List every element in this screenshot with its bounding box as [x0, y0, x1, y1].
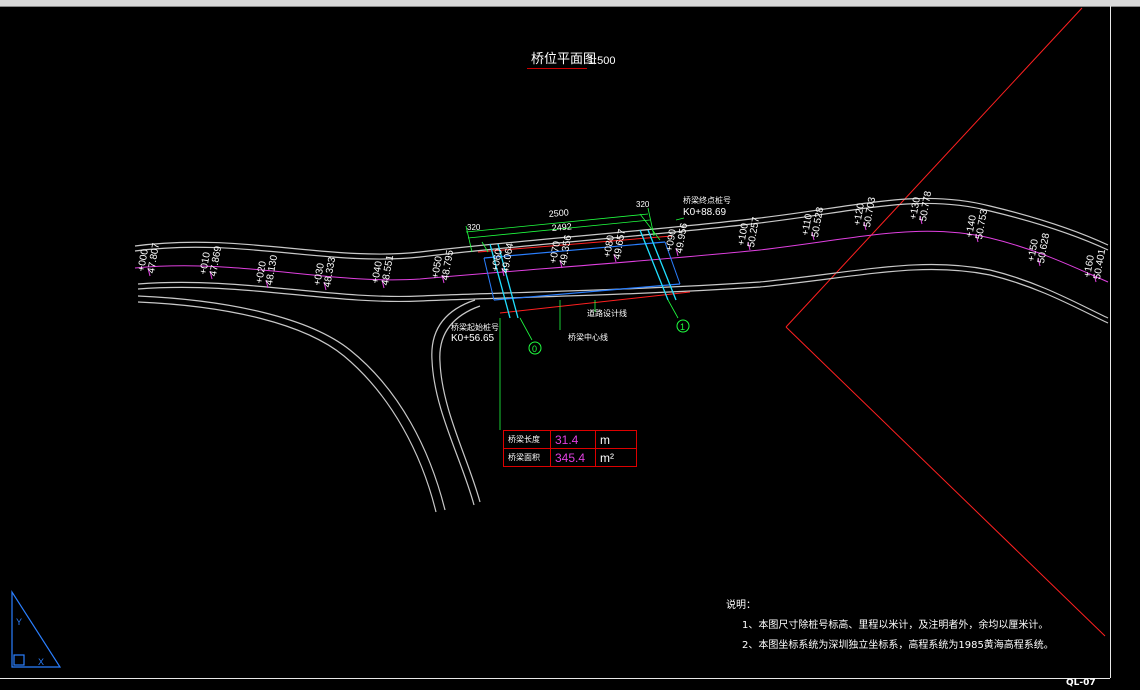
red-frame-lines	[785, 7, 1106, 637]
bridge-centerline-label: 桥梁中心线	[568, 333, 608, 342]
title-underline	[527, 68, 587, 69]
start-chainage-label: 桥梁起始桩号	[451, 323, 499, 332]
station-elevation: 47.869	[208, 245, 224, 277]
svg-text:Y: Y	[16, 617, 22, 627]
dim-320-left: 320	[467, 223, 481, 232]
bridge-area-unit: m²	[595, 448, 637, 467]
bridge-length-value: 31.4	[550, 430, 596, 449]
station-elevation: 47.807	[146, 242, 162, 274]
dim-2500: 2500	[548, 207, 569, 219]
bridge-length-unit: m	[595, 430, 637, 449]
station-label: +16050.401	[1082, 246, 1108, 280]
start-chainage-value: K0+56.65	[451, 333, 495, 344]
station-labels: +00047.807 +01047.869 +02048.130 +03048.333…	[136, 188, 1108, 288]
bridge-area-label: 桥梁面积	[503, 448, 551, 467]
drawing-scale: 1:500	[588, 55, 616, 67]
station-label: +08049.657	[602, 226, 628, 260]
station-label: +15050.628	[1026, 230, 1052, 264]
bridge-length-label: 桥梁长度	[503, 430, 551, 449]
table-row: 桥梁面积 345.4 m²	[503, 448, 637, 467]
sheet-frame-bottom	[0, 678, 1110, 679]
dim-2492: 2492	[551, 221, 572, 233]
station-label: +14050.753	[964, 206, 990, 240]
station-elevation: 50.753	[974, 208, 990, 240]
station-elevation: 50.257	[746, 216, 762, 248]
sheet-code: QL-07	[1066, 678, 1096, 688]
sheet-frame-right	[1110, 6, 1111, 678]
drawing-title: 桥位平面图	[531, 52, 597, 67]
end-chainage-label: 桥梁终点桩号	[683, 196, 731, 205]
station-label: +12050.703	[852, 194, 878, 228]
axis-1-label: 1	[680, 322, 685, 332]
station-elevation: 48.333	[322, 256, 338, 288]
station-elevation: 50.778	[918, 190, 934, 222]
station-label: +09049.956	[664, 220, 690, 254]
summary-table: 桥梁长度 31.4 m 桥梁面积 345.4 m²	[503, 430, 637, 467]
station-label: +01047.869	[198, 243, 224, 277]
station-label: +13050.778	[908, 188, 934, 222]
station-elevation: 50.628	[1036, 232, 1052, 264]
notes-heading: 说明：	[726, 600, 756, 611]
station-label: +03048.333	[312, 254, 338, 288]
svg-text:X: X	[38, 657, 44, 667]
station-elevation: 50.703	[862, 196, 878, 228]
station-elevation: 50.401	[1092, 248, 1108, 280]
station-label: +04048.551	[370, 252, 396, 286]
station-label: +06049.064	[490, 240, 516, 274]
drawing-canvas[interactable]: 0 1 2500 2492 320 320 +00047.807 +01047.8…	[0, 0, 1140, 690]
bridge-area-value: 345.4	[550, 448, 596, 467]
axis-0-label: 0	[532, 344, 537, 354]
axis-markers	[528, 319, 690, 355]
table-row: 桥梁长度 31.4 m	[503, 430, 637, 449]
station-label: +11050.528	[800, 204, 826, 238]
dim-320-right: 320	[636, 200, 650, 209]
road-design-line-label: 道路设计线	[587, 309, 627, 318]
notes-item-2: 2、本图坐标系统为深圳独立坐标系，高程系统为1985黄海高程系统。	[742, 640, 1054, 651]
station-elevation: 49.064	[500, 242, 516, 274]
notes-block: 说明： 1、本图尺寸除桩号标高、里程以米计，及注明者外，余均以厘米计。 2、本图…	[726, 596, 1054, 656]
end-chainage-value: K0+88.69	[683, 207, 727, 218]
notes-item-1: 1、本图尺寸除桩号标高、里程以米计，及注明者外，余均以厘米计。	[742, 620, 1049, 631]
station-label: +02048.130	[254, 252, 280, 286]
station-elevation: 48.130	[264, 254, 280, 286]
ucs-triangle-icon: Y X	[11, 589, 62, 668]
